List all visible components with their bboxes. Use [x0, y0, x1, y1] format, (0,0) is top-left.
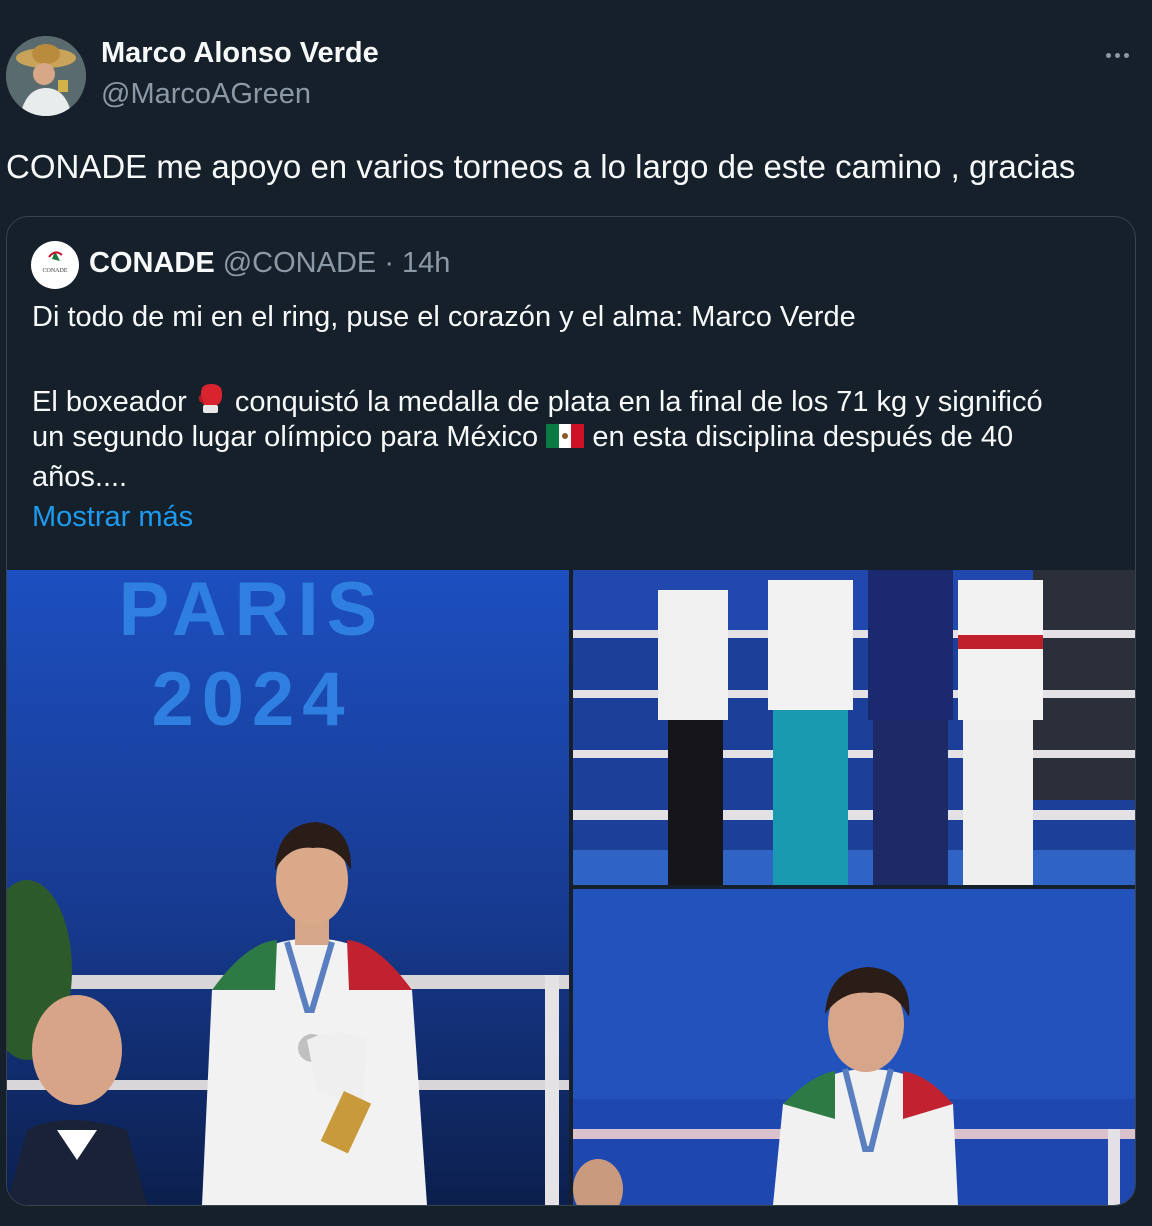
more-options-icon[interactable] [1100, 40, 1134, 70]
photo-podium[interactable] [573, 570, 1135, 885]
tweet-text: CONADE me apoyo en varios torneos a lo l… [6, 148, 1076, 185]
quoted-line-3b: en esta disciplina después de 40 [592, 421, 1014, 453]
conade-logo-icon: CONADE [43, 251, 68, 274]
quoted-line-2a: El boxeador [32, 386, 187, 418]
dot [1114, 52, 1120, 58]
quoted-avatar[interactable]: CONADE [31, 241, 79, 289]
podium-image [573, 570, 1135, 885]
mexico-flag-icon [546, 424, 585, 448]
quoted-header: CONADE @CONADE · 14h [89, 247, 450, 280]
photo-closeup[interactable] [573, 889, 1135, 1205]
paris-banner-text: PARIS [119, 570, 386, 652]
author-name[interactable]: Marco Alonso Verde [101, 37, 379, 70]
boxing-glove-icon [198, 384, 222, 413]
show-more-link[interactable]: Mostrar más [32, 501, 193, 534]
year-banner-text: 2024 [151, 657, 352, 742]
conade-logo-text: CONADE [43, 268, 68, 274]
quoted-line-4: años.... [32, 461, 128, 493]
medalist-image: PARIS 2024 [7, 570, 569, 1205]
dot [1123, 52, 1129, 58]
quoted-line-1: Di todo de mi en el ring, puse el corazó… [32, 301, 856, 333]
quoted-time[interactable]: 14h [402, 247, 450, 279]
closeup-image [573, 889, 1135, 1205]
author-avatar[interactable] [6, 36, 86, 116]
user-avatar-icon [6, 36, 86, 116]
quoted-line-2b: conquistó la medalla de plata en la fina… [234, 386, 1043, 418]
quoted-handle[interactable]: @CONADE [223, 247, 377, 279]
quoted-name[interactable]: CONADE [89, 247, 215, 279]
quoted-separator: · [384, 247, 394, 279]
photo-paris-2024-medalist[interactable]: PARIS 2024 [7, 570, 569, 1205]
quoted-tweet[interactable]: CONADE CONADE @CONADE · 14h Di todo de m… [6, 216, 1136, 1206]
author-handle[interactable]: @MarcoAGreen [101, 78, 311, 111]
quoted-line-2: El boxeador conquistó la medalla de plat… [32, 381, 1043, 419]
quoted-line-3a: un segundo lugar olímpico para México [32, 421, 539, 453]
quoted-line-3: un segundo lugar olímpico para México en… [32, 421, 1013, 454]
dot [1105, 52, 1111, 58]
